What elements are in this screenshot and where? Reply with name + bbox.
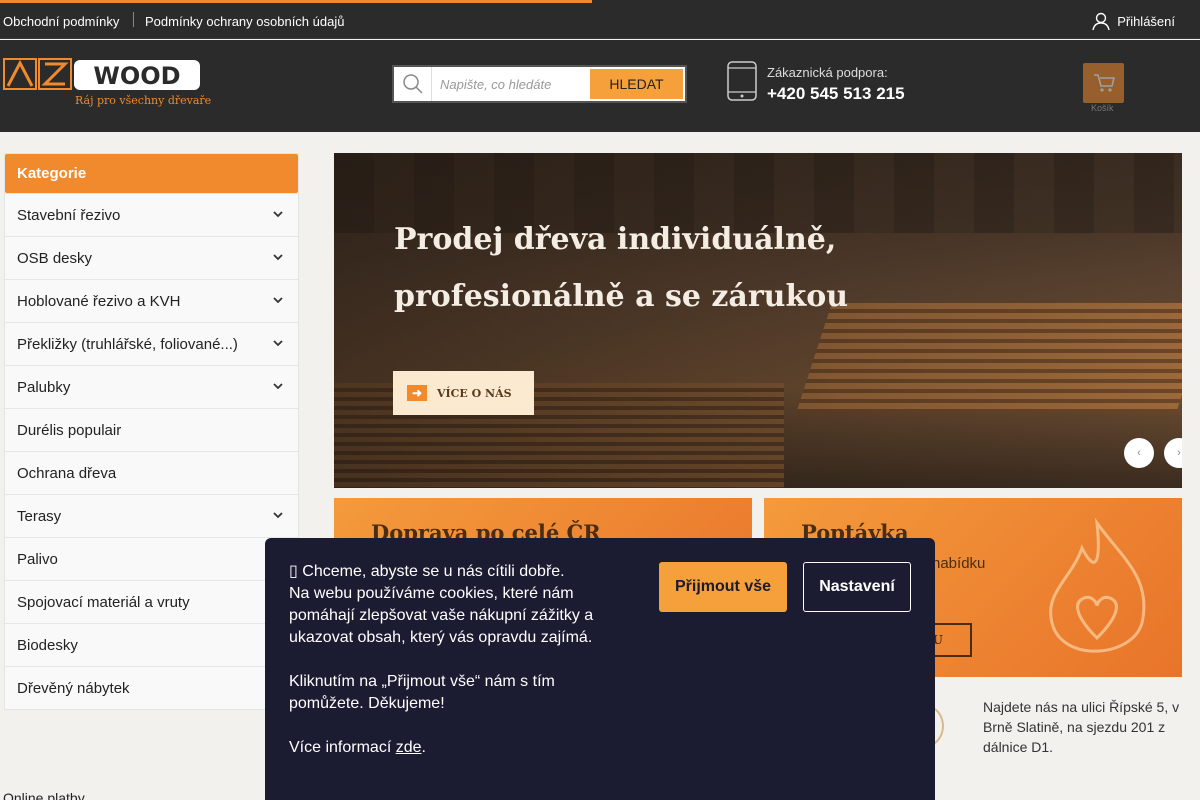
privacy-link[interactable]: Podmínky ochrany osobních údajů: [145, 14, 344, 29]
chevron-right-icon: ›: [1177, 447, 1181, 459]
carousel-prev-button[interactable]: ‹: [1124, 438, 1154, 468]
login-label: Přihlášení: [1117, 13, 1175, 29]
cookie-text: ▯ Chceme, abyste se u nás cítili dobře. …: [289, 561, 609, 759]
sidebar-item[interactable]: Stavební řezivo: [5, 193, 298, 236]
sidebar-item-label: Překližky (truhlářské, foliované...): [17, 336, 238, 353]
sidebar-item-label: Spojovací materiál a vruty: [17, 594, 190, 611]
logo-tagline: Ráj pro všechny dřevaře: [75, 94, 212, 107]
top-bar: Obchodní podmínky Podmínky ochrany osobn…: [0, 3, 1200, 39]
azwood-logo-icon: WOOD: [3, 58, 200, 90]
chevron-down-icon[interactable]: [272, 509, 284, 521]
support-phone[interactable]: +420 545 513 215: [767, 84, 905, 104]
arrow-right-icon: ➜: [407, 385, 427, 401]
flame-heart-icon: [1049, 518, 1146, 653]
about-us-label: VÍCE O NÁS: [437, 386, 512, 400]
chevron-down-icon[interactable]: [272, 337, 284, 349]
inquiry-card-subtitle: nabídku: [932, 555, 986, 572]
sidebar-item[interactable]: Dřevěný nábytek: [5, 666, 298, 709]
category-heading: Kategorie: [5, 154, 298, 193]
cookie-line-1: Chceme, abyste se u nás cítili dobře.: [302, 563, 565, 580]
sidebar-item-label: Dřevěný nábytek: [17, 680, 130, 697]
cookie-more-suffix: .: [421, 739, 426, 756]
sidebar-item[interactable]: Překližky (truhlářské, foliované...): [5, 322, 298, 365]
sidebar-item[interactable]: Ochrana dřeva: [5, 451, 298, 494]
sidebar-item[interactable]: OSB desky: [5, 236, 298, 279]
cookie-settings-button[interactable]: Nastavení: [803, 562, 911, 612]
cookie-line-3: Kliknutím na „Přijmout vše“ nám s tím po…: [289, 673, 555, 712]
sidebar-item[interactable]: Palivo: [5, 537, 298, 580]
search-button[interactable]: HLEDAT: [590, 69, 683, 99]
cookie-consent-dialog: ▯ Chceme, abyste se u nás cítili dobře. …: [265, 538, 935, 800]
online-payments-heading: Online platby: [3, 790, 85, 800]
chevron-down-icon[interactable]: [272, 294, 284, 306]
search-icon: [394, 67, 432, 101]
topbar-separator: [133, 12, 134, 27]
category-sidebar: Kategorie Stavební řezivo OSB desky Hoblov…: [4, 153, 299, 710]
cookie-more-prefix: Více informací: [289, 739, 396, 756]
sidebar-item[interactable]: Spojovací materiál a vruty: [5, 580, 298, 623]
search-bar: HLEDAT: [392, 65, 687, 103]
sidebar-item-label: Ochrana dřeva: [17, 465, 117, 482]
sidebar-item[interactable]: Hoblované řezivo a KVH: [5, 279, 298, 322]
hero-banner[interactable]: Prodej dřeva individuálně, profesionálně…: [334, 153, 1182, 488]
cart-icon: [1093, 74, 1115, 92]
sidebar-item-label: OSB desky: [17, 250, 93, 267]
terms-link[interactable]: Obchodní podmínky: [3, 14, 119, 29]
login-link[interactable]: Přihlášení: [1091, 11, 1175, 31]
cart-label: Košík: [1091, 103, 1114, 113]
search-input[interactable]: [432, 76, 592, 92]
sidebar-item-label: Palubky: [17, 379, 71, 396]
chevron-down-icon[interactable]: [272, 251, 284, 263]
about-us-button[interactable]: ➜ VÍCE O NÁS: [393, 371, 534, 415]
sidebar-item[interactable]: Terasy: [5, 494, 298, 537]
chevron-left-icon: ‹: [1137, 447, 1141, 459]
sidebar-item[interactable]: Biodesky: [5, 623, 298, 666]
sidebar-item-label: Stavební řezivo: [17, 207, 121, 224]
store-address: Najdete nás na ulici Řípské 5, v Brně Sl…: [983, 699, 1180, 755]
user-icon: [1092, 12, 1110, 31]
sidebar-item-label: Terasy: [17, 508, 62, 525]
sidebar-item-label: Hoblované řezivo a KVH: [17, 293, 181, 310]
support-label: Zákaznická podpora:: [767, 65, 888, 80]
chevron-down-icon[interactable]: [272, 208, 284, 220]
sidebar-item[interactable]: Palubky: [5, 365, 298, 408]
cookie-icon: ▯: [289, 563, 298, 580]
header: WOOD Ráj pro všechny dřevaře HLEDAT Záka…: [0, 40, 1200, 132]
sidebar-item[interactable]: Durélis populair: [5, 408, 298, 451]
banner-headline: Prodej dřeva individuálně, profesionálně…: [394, 222, 849, 314]
sidebar-item-label: Biodesky: [17, 637, 78, 654]
sidebar-item-label: Durélis populair: [17, 422, 122, 439]
logo[interactable]: WOOD Ráj pro všechny dřevaře: [3, 58, 211, 108]
cart-button[interactable]: [1083, 63, 1124, 103]
accept-all-button[interactable]: Přijmout vše: [659, 562, 787, 612]
cookie-line-2: Na webu používáme cookies, které nám pom…: [289, 585, 594, 646]
sidebar-item-label: Palivo: [17, 551, 58, 568]
smartphone-icon: [727, 61, 757, 101]
svg-text:WOOD: WOOD: [93, 62, 180, 90]
chevron-down-icon[interactable]: [272, 380, 284, 392]
cookie-more-link[interactable]: zde: [396, 739, 422, 756]
